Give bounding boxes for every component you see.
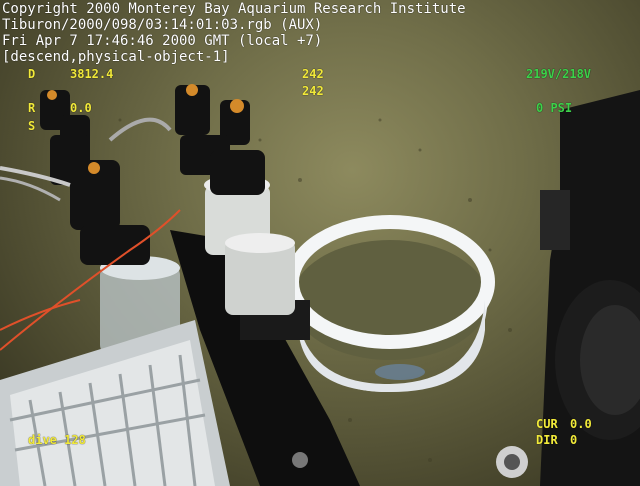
current-value: 0.0 — [570, 417, 592, 431]
r-label: R — [28, 101, 36, 115]
s-label: S — [28, 119, 36, 133]
heading-value-2: 242 — [302, 84, 324, 98]
camera-frame: Copyright 2000 Monterey Bay Aquarium Res… — [0, 0, 640, 486]
timestamp-text: Fri Apr 7 17:46:46 2000 GMT (local +7) — [2, 33, 323, 49]
depth-label: D — [28, 67, 36, 81]
r-value: 0.0 — [70, 101, 92, 115]
depth-value: 3812.4 — [70, 67, 114, 81]
pressure-readout: 0 PSI — [536, 101, 573, 115]
direction-label: DIR — [536, 433, 558, 447]
current-label: CUR — [536, 417, 558, 431]
filename-text: Tiburon/2000/098/03:14:01:03.rgb (AUX) — [2, 17, 323, 33]
voltage-readout: 219V/218V — [526, 67, 592, 81]
pipe-fitting — [496, 446, 528, 478]
sample-crate — [0, 320, 230, 486]
direction-value: 0 — [570, 433, 578, 447]
dive-number: dive 128 — [28, 433, 86, 447]
heading-value-1: 242 — [302, 67, 324, 81]
sampling-ring — [285, 215, 495, 393]
copyright-text: Copyright 2000 Monterey Bay Aquarium Res… — [2, 1, 466, 17]
mission-state-text: [descend,physical-object-1] — [2, 49, 230, 65]
